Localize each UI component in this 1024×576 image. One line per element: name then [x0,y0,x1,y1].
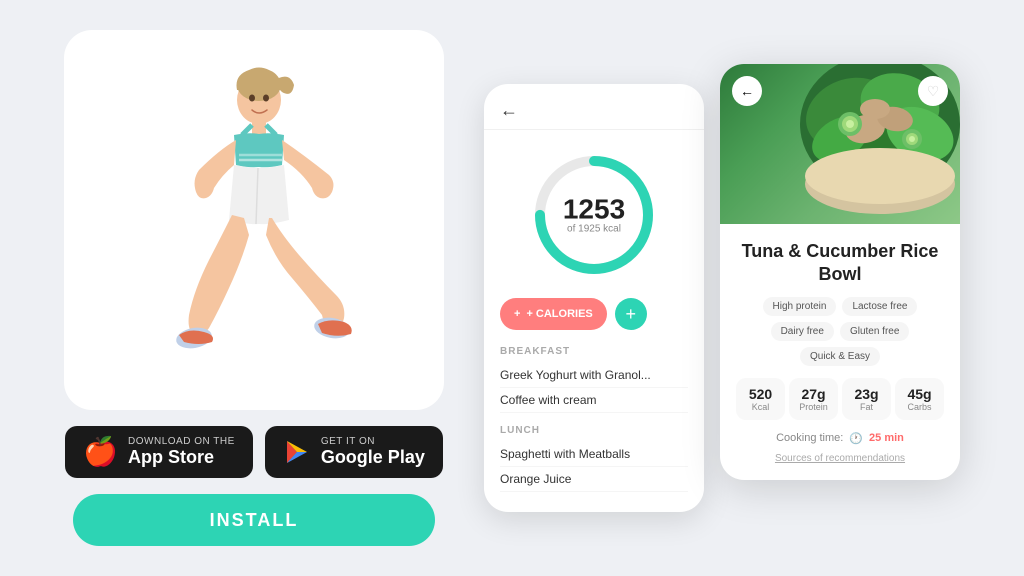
calorie-number: 1253 [563,196,625,224]
google-play-icon [283,438,311,466]
nutrition-carbs: 45g Carbs [895,378,944,420]
recipe-content: Tuna & Cucumber Rice Bowl High protein L… [720,224,960,480]
fitness-person-illustration [104,60,404,410]
app-store-button[interactable]: 🍎 Download on the App Store [65,426,253,479]
recipe-image-header: ← ♡ [732,76,948,106]
tags-row: High protein Lactose free Dairy free Glu… [736,297,944,366]
calorie-tracker-phone: ← 1253 of 1925 kcal + + CALOR [484,84,704,512]
lunch-item-1: Spaghetti with Meatballs [500,442,688,467]
lunch-item-2: Orange Juice [500,467,688,492]
apple-icon: 🍎 [83,438,118,466]
recipe-back-arrow: ← [740,83,754,99]
fitness-card [64,30,444,410]
heart-icon: ♡ [927,83,940,100]
cooking-time-label: Cooking time: [776,432,843,444]
phone1-back-arrow[interactable]: ← [500,100,518,120]
app-store-text: Download on the App Store [128,436,235,469]
breakfast-item-1: Greek Yoghurt with Granol... [500,363,688,388]
sources-link[interactable]: Sources of recommendations [736,453,944,464]
recipe-detail-phone: ← ♡ Tuna & Cucumber Rice Bowl High prote… [720,64,960,480]
calories-label: + CALORIES [526,308,592,320]
recipe-back-button[interactable]: ← [732,76,762,106]
calorie-circle-area: 1253 of 1925 kcal [484,130,704,290]
lunch-label: LUNCH [500,425,688,436]
calorie-circle: 1253 of 1925 kcal [529,150,659,280]
recipe-title: Tuna & Cucumber Rice Bowl [736,240,944,287]
calorie-of: of 1925 kcal [563,224,625,235]
nutrition-fat: 23g Fat [842,378,891,420]
main-container: 🍎 Download on the App Store GET IT O [0,0,1024,576]
carbs-value: 45g [899,386,940,402]
right-section: ← 1253 of 1925 kcal + + CALOR [484,64,960,512]
app-store-sub-label: Download on the [128,436,235,447]
add-calories-button[interactable]: + + CALORIES [500,298,607,330]
kcal-value: 520 [740,386,781,402]
cooking-time-value: 25 min [869,432,904,444]
recipe-favorite-button[interactable]: ♡ [918,76,948,106]
lunch-section: LUNCH Spaghetti with Meatballs Orange Ju… [484,417,704,496]
nutrition-protein: 27g Protein [789,378,838,420]
carbs-label: Carbs [899,402,940,412]
tag-quick-easy: Quick & Easy [800,347,880,366]
kcal-label: Kcal [740,402,781,412]
google-play-text: GET IT ON Google Play [321,436,425,469]
fat-value: 23g [846,386,887,402]
tag-dairy-free: Dairy free [771,322,834,341]
google-play-button[interactable]: GET IT ON Google Play [265,426,443,479]
phone1-header: ← [484,84,704,130]
google-play-sub-label: GET IT ON [321,436,375,447]
nutrition-kcal: 520 Kcal [736,378,785,420]
nutrition-grid: 520 Kcal 27g Protein 23g Fat 45g Carbs [736,378,944,420]
plus-icon: + [514,308,520,320]
add-more-button[interactable]: + [615,298,647,330]
add-calories-row: + + CALORIES + [484,290,704,338]
google-play-main-label: Google Play [321,447,425,469]
protein-value: 27g [793,386,834,402]
tag-gluten-free: Gluten free [840,322,909,341]
recipe-image: ← ♡ [720,64,960,224]
install-button[interactable]: INSTALL [73,494,435,546]
calorie-text: 1253 of 1925 kcal [563,196,625,235]
cooking-time-row: Cooking time: 🕐 25 min [736,432,944,445]
protein-label: Protein [793,402,834,412]
tag-high-protein: High protein [763,297,837,316]
app-store-main-label: App Store [128,447,214,469]
breakfast-section: BREAKFAST Greek Yoghurt with Granol... C… [484,338,704,417]
breakfast-label: BREAKFAST [500,346,688,357]
breakfast-item-2: Coffee with cream [500,388,688,413]
clock-icon: 🕐 [849,432,863,445]
left-section: 🍎 Download on the App Store GET IT O [64,30,444,547]
tag-lactose-free: Lactose free [842,297,917,316]
store-buttons-row: 🍎 Download on the App Store GET IT O [65,426,443,479]
fat-label: Fat [846,402,887,412]
